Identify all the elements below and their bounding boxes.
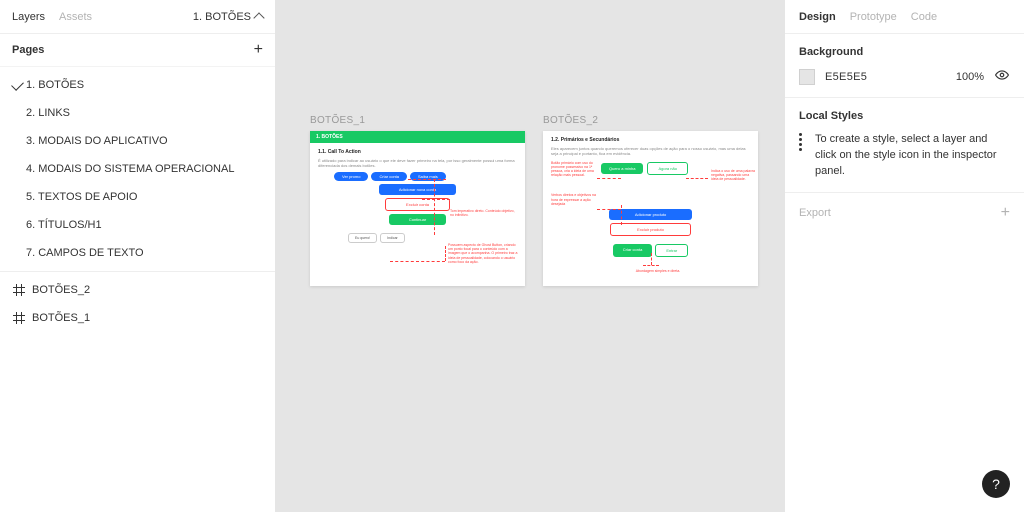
page-item[interactable]: 3. MODAIS DO APLICATIVO	[0, 127, 275, 155]
art-intro: É utilizado para indicar ao usuário o qu…	[318, 158, 517, 168]
art-heading: 1.2. Primários e Secundários	[551, 137, 750, 143]
left-panel: Layers Assets 1. BOTÕES Pages + 1. BOTÕE…	[0, 0, 276, 512]
sample-button: Saiba mais	[410, 172, 446, 181]
annotation: Indica o uso de uma palavra negativa, pa…	[711, 169, 755, 182]
sample-button: Quero a minha	[601, 163, 643, 174]
tab-prototype[interactable]: Prototype	[850, 11, 897, 23]
sample-button: Adicionar nova conta	[379, 184, 456, 195]
page-item[interactable]: 7. CAMPOS DE TEXTO	[0, 239, 275, 267]
left-tabs: Layers Assets 1. BOTÕES	[0, 0, 275, 34]
section-title: Local Styles	[799, 110, 1010, 122]
tab-design[interactable]: Design	[799, 11, 836, 23]
sample-button: Excluir conta	[385, 198, 450, 211]
sample-button: Indicar	[380, 233, 405, 243]
add-export-button[interactable]: +	[1001, 205, 1010, 221]
artboard: 1.2. Primários e Secundários Eles aparec…	[543, 131, 758, 286]
section-title: Background	[799, 46, 1010, 58]
canvas[interactable]: BOTÕES_1 1. BOTÕES 1.1. Call To Action É…	[276, 0, 784, 512]
artboard: 1. BOTÕES 1.1. Call To Action É utilizad…	[310, 131, 525, 286]
art-band: 1. BOTÕES	[310, 131, 525, 143]
current-page-label: 1. BOTÕES	[193, 11, 251, 23]
sample-button: Excluir produto	[610, 223, 691, 236]
chevron-up-icon	[253, 12, 264, 23]
bg-hex-value[interactable]: E5E5E5	[825, 71, 867, 83]
frame-icon	[14, 285, 24, 295]
art-heading: 1.1. Call To Action	[318, 149, 517, 155]
annotation: Possuem aspecto de Ghost Button, criando…	[448, 243, 520, 264]
annotation: Abordagem simples e direta.	[623, 269, 693, 273]
layer-label: BOTÕES_2	[32, 284, 90, 296]
frame-label: BOTÕES_2	[543, 115, 598, 126]
sample-button: Eu quero!	[348, 233, 377, 243]
page-item[interactable]: 2. LINKS	[0, 99, 275, 127]
page-item[interactable]: 1. BOTÕES	[0, 71, 275, 99]
page-list: 1. BOTÕES 2. LINKS 3. MODAIS DO APLICATI…	[0, 67, 275, 336]
sample-button: Criar conta	[371, 172, 407, 181]
export-label: Export	[799, 207, 831, 219]
frame-icon	[14, 313, 24, 323]
tab-assets[interactable]: Assets	[59, 11, 92, 23]
layer-label: BOTÕES_1	[32, 312, 90, 324]
bg-swatch[interactable]	[799, 69, 815, 85]
page-item[interactable]: 4. MODAIS DO SISTEMA OPERACIONAL	[0, 155, 275, 183]
styles-grid-icon	[799, 132, 805, 151]
annotation: Tom imperativo direto. Conteúdo objetivo…	[450, 209, 515, 217]
layer-frame-item[interactable]: BOTÕES_1	[0, 304, 275, 332]
right-panel: Design Prototype Code Background E5E5E5 …	[784, 0, 1024, 512]
background-section: Background E5E5E5 100%	[785, 34, 1024, 98]
sample-button: Agora não	[647, 162, 687, 175]
sample-button: Criar conta	[613, 244, 653, 257]
sample-button: Ver promo	[334, 172, 368, 181]
tab-code[interactable]: Code	[911, 11, 937, 23]
frame-botoes-1[interactable]: BOTÕES_1 1. BOTÕES 1.1. Call To Action É…	[310, 131, 525, 286]
right-tabs: Design Prototype Code	[785, 0, 1024, 34]
sample-button: Continuar	[389, 214, 446, 225]
art-intro: Eles aparecem juntos quando queremos ofe…	[551, 146, 750, 156]
local-styles-hint: To create a style, select a layer and cl…	[815, 132, 1010, 180]
frame-label: BOTÕES_1	[310, 115, 365, 126]
pages-header: Pages +	[0, 34, 275, 67]
export-section[interactable]: Export +	[785, 193, 1024, 233]
page-item[interactable]: 6. TÍTULOS/H1	[0, 211, 275, 239]
help-button[interactable]: ?	[982, 470, 1010, 498]
annotation: Botão primário com uso do pronome posses…	[551, 161, 597, 178]
bg-opacity-value[interactable]: 100%	[956, 71, 984, 83]
annotation: Verbos diretos e objetivos na hora de ex…	[551, 193, 601, 206]
page-item[interactable]: 5. TEXTOS DE APOIO	[0, 183, 275, 211]
pages-title: Pages	[12, 44, 44, 56]
tab-layers[interactable]: Layers	[12, 11, 45, 23]
sample-button: Entrar	[655, 244, 688, 257]
add-page-button[interactable]: +	[254, 42, 263, 58]
layer-frame-item[interactable]: BOTÕES_2	[0, 276, 275, 304]
local-styles-section: Local Styles To create a style, select a…	[785, 98, 1024, 193]
frame-botoes-2[interactable]: BOTÕES_2 1.2. Primários e Secundários El…	[543, 131, 758, 286]
visibility-toggle-icon[interactable]	[994, 68, 1010, 85]
current-page-dropdown[interactable]: 1. BOTÕES	[193, 11, 263, 23]
